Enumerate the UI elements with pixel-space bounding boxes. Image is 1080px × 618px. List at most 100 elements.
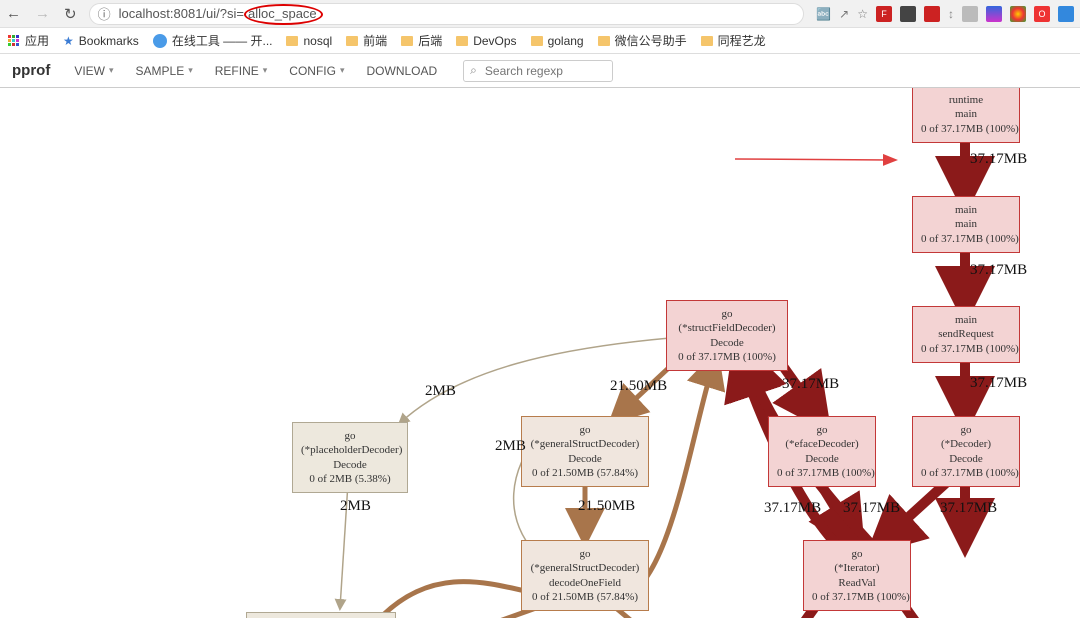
bookmark-back[interactable]: 后端 xyxy=(401,32,442,49)
node-decoder-decode[interactable]: go (*Decoder) Decode 0 of 37.17MB (100%) xyxy=(912,416,1020,487)
edge-label: 21.50MB xyxy=(610,378,667,395)
node-line: go xyxy=(530,423,640,437)
node-line: (*Decoder) xyxy=(921,437,1011,451)
node-placeholder-decoder[interactable]: go (*placeholderDecoder) Decode 0 of 2MB… xyxy=(292,422,408,493)
url-highlight: alloc_space xyxy=(244,4,323,25)
node-line: go xyxy=(777,423,867,437)
bookmark-front[interactable]: 前端 xyxy=(346,32,387,49)
menu-sample[interactable]: SAMPLE xyxy=(128,60,201,82)
bookmark-label: 微信公号助手 xyxy=(615,32,687,49)
node-line: 0 of 37.17MB (100%) xyxy=(777,466,867,480)
edge-label: 2MB xyxy=(340,498,371,515)
node-line: Decode xyxy=(675,336,779,350)
menu-view[interactable]: VIEW xyxy=(66,60,121,82)
node-eface-decoder[interactable]: go (*efaceDecoder) Decode 0 of 37.17MB (… xyxy=(768,416,876,487)
site-info-icon[interactable]: ⓘ xyxy=(98,4,111,23)
node-line: 0 of 21.50MB (57.84%) xyxy=(530,466,640,480)
node-line: 0 of 2MB (5.38%) xyxy=(301,472,399,486)
folder-icon xyxy=(286,36,298,46)
menu-refine[interactable]: REFINE xyxy=(207,60,276,82)
node-general-struct-decode[interactable]: go (*generalStructDecoder) Decode 0 of 2… xyxy=(521,416,649,487)
bookmark-label: golang xyxy=(548,34,584,48)
node-line: main xyxy=(921,313,1011,327)
bookmarks-label: Bookmarks xyxy=(79,34,139,48)
bookmark-label: 在线工具 —— 开... xyxy=(172,32,273,49)
bookmark-label: nosql xyxy=(303,34,332,48)
node-line: go xyxy=(675,307,779,321)
ext-icon-2[interactable] xyxy=(900,6,916,22)
node-partial-bottom[interactable] xyxy=(246,612,396,618)
ext-icon-1[interactable]: F xyxy=(876,6,892,22)
node-line: (*efaceDecoder) xyxy=(777,437,867,451)
ext-icon-7[interactable] xyxy=(1010,6,1026,22)
node-line: Decode xyxy=(301,458,399,472)
bookmark-label: 同程艺龙 xyxy=(718,32,766,49)
edge-label: 21.50MB xyxy=(578,498,635,515)
node-main-sendrequest[interactable]: main sendRequest 0 of 37.17MB (100%) xyxy=(912,306,1020,363)
ext-icon-5[interactable] xyxy=(962,6,978,22)
node-line: main xyxy=(921,203,1011,217)
globe-icon xyxy=(153,34,167,48)
translate-icon[interactable]: 🔤 xyxy=(816,7,831,21)
bookmark-label: 前端 xyxy=(363,32,387,49)
bookmark-wechat[interactable]: 微信公号助手 xyxy=(598,32,687,49)
bookmark-tc[interactable]: 同程艺龙 xyxy=(701,32,766,49)
search-box[interactable]: ⌕ xyxy=(463,60,613,82)
folder-icon xyxy=(346,36,358,46)
node-line: ReadVal xyxy=(812,576,902,590)
node-line: Decode xyxy=(921,452,1011,466)
ext-icon-6[interactable] xyxy=(986,6,1002,22)
node-line: (*generalStructDecoder) xyxy=(530,561,640,575)
url-prefix: localhost:8081/ui/?si= xyxy=(119,6,244,21)
node-line: 0 of 37.17MB (100%) xyxy=(675,350,779,364)
edge-label: 2MB xyxy=(425,383,456,400)
node-main-main[interactable]: main main 0 of 37.17MB (100%) xyxy=(912,196,1020,253)
node-general-struct-one[interactable]: go (*generalStructDecoder) decodeOneFiel… xyxy=(521,540,649,611)
url-bar[interactable]: ⓘ localhost:8081/ui/?si=alloc_space xyxy=(89,3,805,25)
forward-icon[interactable]: → xyxy=(35,5,50,22)
pprof-toolbar: pprof VIEW SAMPLE REFINE CONFIG DOWNLOAD… xyxy=(0,54,1080,88)
bookmark-online[interactable]: 在线工具 —— 开... xyxy=(153,32,273,49)
bookmark-golang[interactable]: golang xyxy=(531,34,584,48)
menu-config[interactable]: CONFIG xyxy=(281,60,352,82)
node-line: main xyxy=(921,217,1011,231)
folder-icon xyxy=(456,36,468,46)
node-iterator-readval[interactable]: go (*Iterator) ReadVal 0 of 37.17MB (100… xyxy=(803,540,911,611)
bookmark-nosql[interactable]: nosql xyxy=(286,34,332,48)
node-line: 0 of 21.50MB (57.84%) xyxy=(530,590,640,604)
ext-icon-9[interactable] xyxy=(1058,6,1074,22)
bookmarks-link[interactable]: ★ Bookmarks xyxy=(63,34,139,48)
bookmark-label: DevOps xyxy=(473,34,516,48)
edge-label: 37.17MB xyxy=(970,375,1027,392)
bookmarks-bar: 应用 ★ Bookmarks 在线工具 —— 开... nosql 前端 后端 D… xyxy=(0,28,1080,54)
node-runtime-ma[interactable]: runtime main 0 of 37.17MB (100%) xyxy=(912,88,1020,143)
edge-label: 37.17MB xyxy=(970,151,1027,168)
edge-label: 37.17MB xyxy=(843,500,900,517)
ext-icon-8[interactable]: O xyxy=(1034,6,1050,22)
node-struct-field-decoder[interactable]: go (*structFieldDecoder) Decode 0 of 37.… xyxy=(666,300,788,371)
node-line: 0 of 37.17MB (100%) xyxy=(812,590,902,604)
search-input[interactable] xyxy=(483,63,606,79)
folder-icon xyxy=(401,36,413,46)
node-line: Decode xyxy=(530,452,640,466)
menu-download[interactable]: DOWNLOAD xyxy=(359,60,450,82)
star-icon: ★ xyxy=(63,34,74,48)
bookmark-devops[interactable]: DevOps xyxy=(456,34,516,48)
apps-label: 应用 xyxy=(25,32,49,49)
call-graph[interactable]: runtime main 0 of 37.17MB (100%) main ma… xyxy=(0,88,1080,618)
pprof-brand: pprof xyxy=(12,62,50,79)
apps-button[interactable]: 应用 xyxy=(8,32,49,49)
node-line: go xyxy=(530,547,640,561)
reload-icon[interactable]: ↻ xyxy=(64,5,77,23)
folder-icon xyxy=(701,36,713,46)
node-line: 0 of 37.17MB (100%) xyxy=(921,232,1011,246)
ext-icon-4[interactable]: ↕ xyxy=(948,7,954,21)
share-icon[interactable]: ↗ xyxy=(839,7,849,21)
folder-icon xyxy=(531,36,543,46)
back-icon[interactable]: ← xyxy=(6,5,21,22)
node-line: Decode xyxy=(777,452,867,466)
folder-icon xyxy=(598,36,610,46)
node-line: (*structFieldDecoder) xyxy=(675,321,779,335)
ext-icon-3[interactable] xyxy=(924,6,940,22)
star-icon[interactable]: ☆ xyxy=(857,7,868,21)
